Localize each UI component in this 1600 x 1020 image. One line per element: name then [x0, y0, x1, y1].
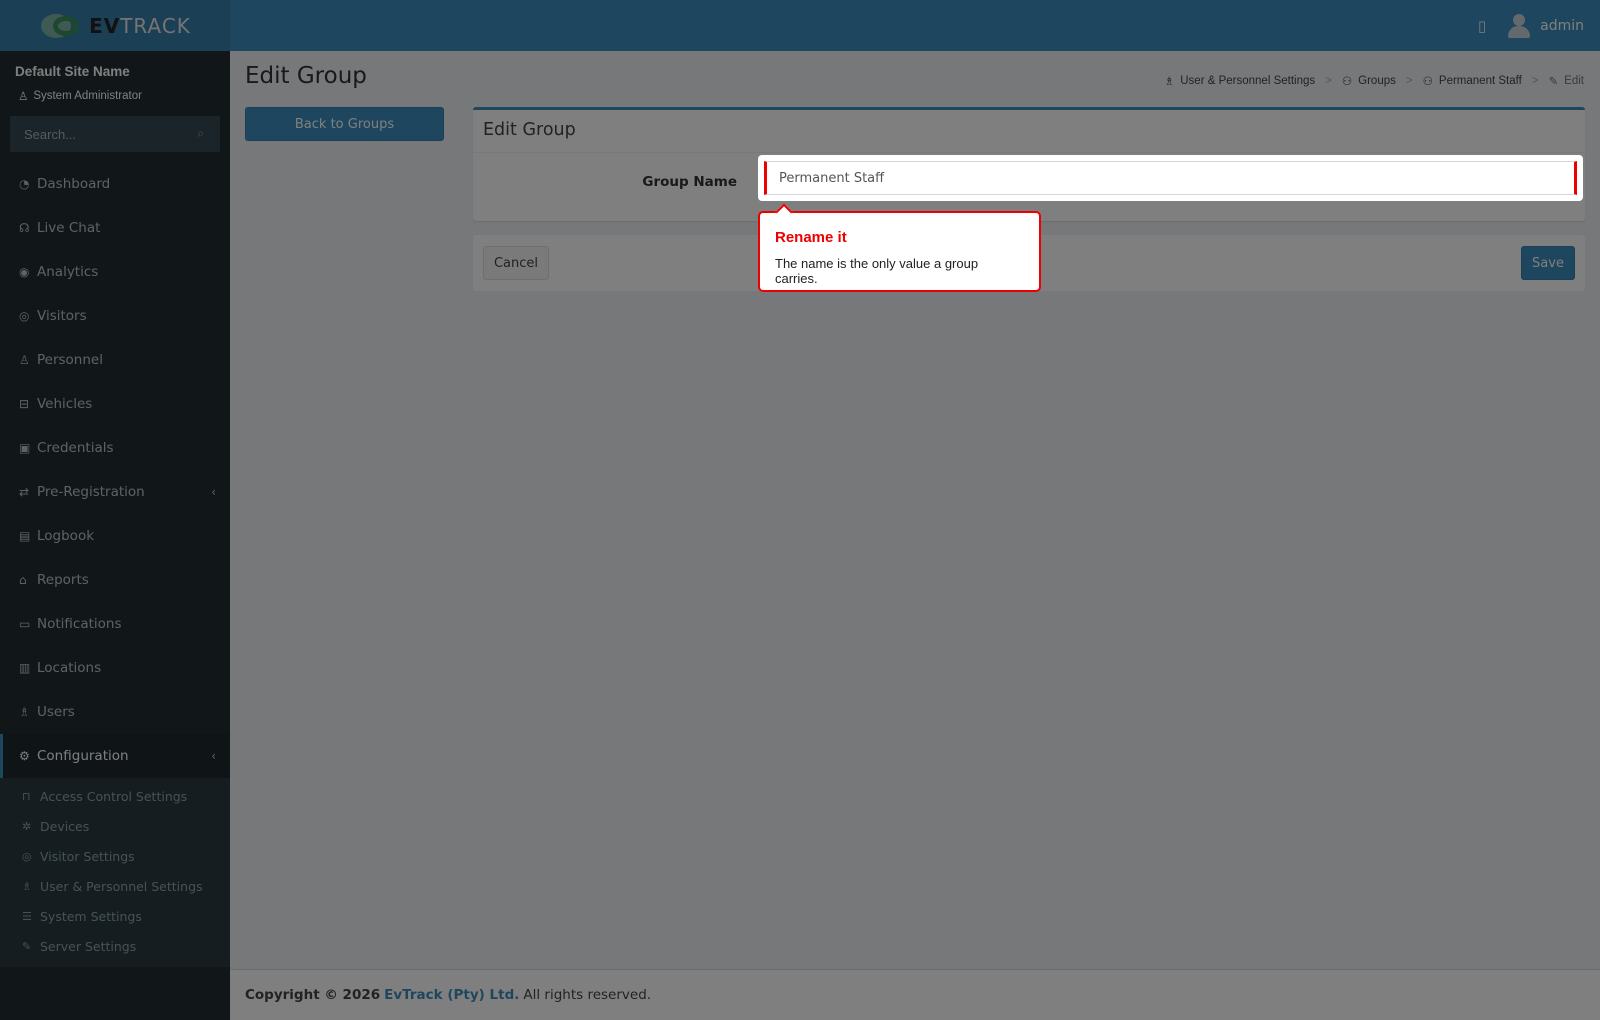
- car-icon: ⊟: [19, 397, 30, 411]
- group-name-label: Group Name: [642, 174, 737, 190]
- configuration-submenu: ⊓ Access Control Settings ✲ Devices ◎ Visit…: [0, 778, 230, 967]
- sidebar-subitem-access-control[interactable]: ⊓ Access Control Settings: [0, 781, 230, 811]
- sidebar-item-locations[interactable]: ▥ Locations: [0, 646, 230, 690]
- breadcrumb-groups[interactable]: Groups: [1358, 75, 1396, 87]
- chevron-left-icon: ‹: [211, 749, 216, 763]
- tour-spotlight: [758, 155, 1583, 201]
- logo-text: EVTRACK: [89, 13, 191, 38]
- user-icon: ♙: [18, 91, 29, 103]
- highlighted-group-name-input[interactable]: [764, 161, 1577, 195]
- sidebar-subitem-server-settings[interactable]: ✎ Server Settings: [0, 931, 230, 961]
- sidebar-item-personnel[interactable]: ♙ Personnel: [0, 338, 230, 382]
- sidebar-subitem-system-settings[interactable]: ☰ System Settings: [0, 901, 230, 931]
- sidebar-item-analytics[interactable]: ◉ Analytics: [0, 250, 230, 294]
- breadcrumb-separator: >: [1405, 75, 1413, 87]
- breadcrumb-separator: >: [1531, 75, 1539, 87]
- sidebar-item-notifications[interactable]: ▭ Notifications: [0, 602, 230, 646]
- sidebar-item-configuration[interactable]: ⚙ Configuration ‹: [0, 734, 230, 778]
- search-input[interactable]: [10, 116, 220, 152]
- logo-mark-icon: [39, 10, 85, 42]
- users-icon: ⚇: [1341, 76, 1353, 88]
- footer-company-link[interactable]: EvTrack (Pty) Ltd.: [384, 987, 519, 1003]
- search-icon[interactable]: ⌕: [197, 126, 204, 141]
- sliders-icon: ☰: [22, 909, 32, 923]
- door-icon[interactable]: ▯: [1478, 17, 1486, 35]
- breadcrumb-edit: Edit: [1564, 75, 1584, 87]
- avatar[interactable]: [1508, 13, 1531, 38]
- user-menu[interactable]: admin: [1540, 18, 1584, 34]
- users-icon: ♗: [19, 705, 30, 719]
- sidebar-item-users[interactable]: ♗ Users: [0, 690, 230, 734]
- footer: Copyright © 2026 EvTrack (Pty) Ltd. All …: [230, 969, 1600, 1020]
- target-icon: ◉: [19, 265, 30, 279]
- server-icon: ✎: [22, 939, 32, 953]
- sidebar-item-visitors[interactable]: ◎ Visitors: [0, 294, 230, 338]
- tooltip-body: The name is the only value a group carri…: [775, 256, 979, 286]
- sidebar-item-dashboard[interactable]: ◔ Dashboard: [0, 162, 230, 206]
- user-role: ♙ System Administrator: [18, 90, 142, 103]
- cog-icon: ✲: [22, 819, 32, 833]
- user-cog-icon: ♗: [1163, 76, 1175, 88]
- breadcrumb-permanent-staff[interactable]: Permanent Staff: [1439, 75, 1522, 87]
- box-title: Edit Group: [483, 120, 576, 140]
- sidebar-item-logbook[interactable]: ▤ Logbook: [0, 514, 230, 558]
- map-icon: ▥: [19, 661, 31, 675]
- sidebar-item-live-chat[interactable]: ☊ Live Chat: [0, 206, 230, 250]
- back-to-groups-button[interactable]: Back to Groups: [245, 107, 444, 141]
- sidebar-subitem-visitor-settings[interactable]: ◎ Visitor Settings: [0, 841, 230, 871]
- chat-icon: ▭: [19, 617, 31, 631]
- id-card-icon: ▣: [19, 441, 31, 455]
- save-button[interactable]: Save: [1521, 246, 1575, 280]
- breadcrumb-user-personnel-settings[interactable]: User & Personnel Settings: [1180, 75, 1315, 87]
- top-navbar: EVTRACK ▯ admin: [0, 0, 1600, 51]
- arrows-icon: ⇄: [19, 485, 30, 499]
- chevron-left-icon: ‹: [211, 485, 216, 499]
- lock-icon: ⊓: [22, 789, 31, 803]
- sidebar: Default Site Name ♙ System Administrator…: [0, 51, 230, 1020]
- tour-tooltip: Rename it The name is the only value a g…: [758, 211, 1041, 292]
- sidebar-item-pre-registration[interactable]: ⇄ Pre-Registration ‹: [0, 470, 230, 514]
- gear-icon: ⚙: [19, 749, 30, 763]
- sidebar-search: ⌕: [10, 116, 220, 152]
- sidebar-nav: ◔ Dashboard ☊ Live Chat ◉ Analytics ◎ Visito…: [0, 162, 230, 967]
- pencil-icon: ✎: [1548, 76, 1559, 88]
- chart-icon: ⌂: [19, 573, 27, 587]
- sidebar-subitem-user-personnel-settings[interactable]: ♗ User & Personnel Settings: [0, 871, 230, 901]
- user-cog-icon: ♗: [22, 879, 32, 893]
- eye-icon: ◎: [22, 849, 32, 863]
- sidebar-item-credentials[interactable]: ▣ Credentials: [0, 426, 230, 470]
- page-title: Edit Group: [245, 63, 367, 89]
- eye-icon: ◎: [19, 309, 30, 323]
- footer-copyright: Copyright © 2026: [245, 987, 381, 1003]
- tooltip-title: Rename it: [775, 229, 847, 246]
- users-icon: ⚇: [1422, 76, 1433, 88]
- dashboard-icon: ◔: [19, 177, 30, 191]
- box-divider: [473, 152, 1585, 153]
- breadcrumb-separator: >: [1325, 75, 1332, 87]
- sidebar-item-reports[interactable]: ⌂ Reports: [0, 558, 230, 602]
- site-name: Default Site Name: [15, 64, 130, 79]
- breadcrumb: ♗ User & Personnel Settings > ⚇ Groups >…: [1164, 74, 1584, 88]
- sidebar-item-vehicles[interactable]: ⊟ Vehicles: [0, 382, 230, 426]
- cancel-button[interactable]: Cancel: [483, 246, 549, 280]
- headset-icon: ☊: [19, 221, 30, 235]
- book-icon: ▤: [19, 529, 31, 543]
- person-icon: ♙: [19, 353, 30, 367]
- sidebar-subitem-devices[interactable]: ✲ Devices: [0, 811, 230, 841]
- footer-rights: All rights reserved.: [523, 987, 652, 1003]
- logo[interactable]: EVTRACK: [0, 0, 230, 51]
